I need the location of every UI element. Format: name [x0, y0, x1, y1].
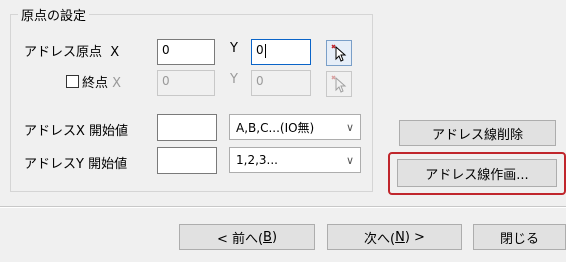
end-point-label: 終点 X: [82, 76, 122, 91]
origin-pick-button[interactable]: [326, 40, 352, 66]
divider-highlight: [0, 207, 566, 208]
prev-accelerator: B: [263, 229, 272, 245]
address-x-start-label: アドレスX 開始値: [24, 124, 129, 139]
address-x-start-input[interactable]: [157, 114, 217, 141]
prev-label: < 前へ(: [216, 231, 264, 247]
address-y-start-input[interactable]: [157, 147, 217, 174]
origin-y-label: Y: [230, 41, 238, 56]
origin-y-input[interactable]: 0: [251, 39, 311, 65]
chevron-down-icon: ∨: [345, 153, 354, 167]
origin-x-input[interactable]: 0: [157, 39, 215, 65]
address-y-format-value: 1,2,3...: [236, 153, 278, 167]
cursor-pick-icon: [331, 44, 347, 62]
next-label-end: ) >: [404, 229, 425, 245]
cursor-pick-icon: [331, 75, 347, 93]
chevron-down-icon: ∨: [345, 120, 354, 134]
delete-address-lines-button[interactable]: アドレス線削除: [399, 120, 556, 146]
prev-label-end: ): [271, 229, 278, 245]
address-x-format-select[interactable]: A,B,C...(IO無) ∨: [229, 114, 361, 140]
next-accelerator: N: [395, 229, 405, 245]
next-button[interactable]: 次へ(N) >: [327, 224, 462, 250]
address-x-format-value: A,B,C...(IO無): [236, 120, 315, 135]
draw-address-lines-button[interactable]: アドレス線作画...: [397, 159, 557, 187]
end-y-label: Y: [230, 72, 238, 87]
address-y-start-label: アドレスY 開始値: [24, 157, 128, 172]
end-pick-button[interactable]: [326, 71, 352, 97]
end-x-input[interactable]: 0: [157, 70, 215, 96]
group-title: 原点の設定: [18, 5, 90, 24]
close-button[interactable]: 閉じる: [473, 224, 566, 250]
next-label: 次へ(: [364, 231, 396, 247]
end-point-checkbox[interactable]: [66, 75, 79, 88]
prev-button[interactable]: < 前へ(B): [179, 224, 315, 250]
address-origin-label: アドレス原点 X: [24, 45, 120, 60]
address-y-format-select[interactable]: 1,2,3... ∨: [229, 147, 361, 173]
text-caret: [264, 43, 266, 58]
end-y-input[interactable]: 0: [251, 70, 311, 96]
origin-y-value: 0: [256, 43, 264, 57]
